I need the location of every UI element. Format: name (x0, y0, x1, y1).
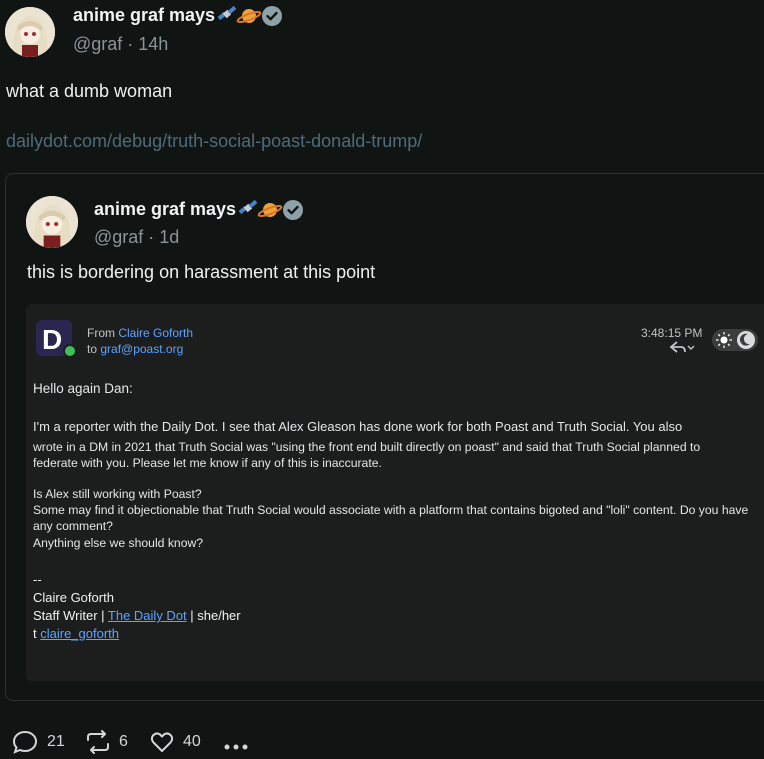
to-label: to (87, 342, 101, 356)
satellite-icon (238, 199, 258, 215)
email-para-line-1: I'm a reporter with the Daily Dot. I see… (33, 419, 683, 434)
svg-text:D: D (42, 324, 62, 355)
recipient-address[interactable]: graf@poast.org (100, 342, 183, 356)
signature-dash: -- (33, 572, 42, 587)
outlet-link[interactable]: The Daily Dot (108, 608, 187, 623)
more-options-icon[interactable] (224, 738, 248, 750)
quoted-text: this is bordering on harassment at this … (27, 262, 376, 282)
comment-icon (12, 730, 38, 754)
signature-twitter: t claire_goforth (33, 626, 119, 641)
email-question-2-line-2: any comment? (33, 519, 113, 533)
quoted-handle-time: @graf · 1d (94, 227, 180, 247)
theme-toggle[interactable] (712, 329, 758, 351)
quoted-emoji-icons (237, 199, 283, 221)
twitter-link[interactable]: claire_goforth (40, 626, 119, 641)
chevron-down-icon (687, 345, 695, 350)
article-link[interactable]: dailydot.com/debug/truth-social-poast-do… (6, 131, 422, 152)
verified-icon (262, 6, 282, 26)
email-to: to graf@poast.org (87, 342, 183, 356)
email-time: 3:48:15 PM (641, 326, 703, 340)
email-from: From Claire Goforth (87, 326, 193, 340)
repost-count: 6 (119, 733, 128, 750)
signature-pronouns: | she/her (186, 608, 241, 623)
reply-action[interactable]: 21 (11, 729, 65, 755)
emoji-icons (216, 5, 262, 27)
repost-action[interactable]: 6 (85, 729, 128, 755)
email-question-3: Anything else we should know? (33, 536, 204, 550)
quoted-verified-icon (283, 200, 303, 220)
quoted-avatar[interactable] (26, 196, 78, 248)
email-para-line-2: wrote in a DM in 2021 that Truth Social … (33, 440, 701, 454)
satellite-icon (217, 5, 237, 21)
email-question-1: Is Alex still working with Poast? (33, 487, 202, 501)
planet-icon (236, 9, 262, 23)
avatar[interactable] (5, 7, 55, 57)
email-para-line-3: federate with you. Please let me know if… (33, 456, 382, 470)
sun-icon (716, 332, 732, 348)
signature-title: Staff Writer | The Daily Dot | she/her (33, 608, 241, 623)
like-count: 40 (183, 733, 201, 750)
repost-icon (87, 730, 109, 754)
reply-icon[interactable] (669, 340, 697, 354)
handle-time: @graf · 14h (73, 34, 169, 54)
planet-icon (257, 203, 283, 217)
like-action[interactable]: 40 (149, 729, 201, 755)
signature-title-label: Staff Writer | (33, 608, 108, 623)
reply-count: 21 (47, 733, 65, 750)
email-question-2-line-1: Some may find it objectionable that Trut… (33, 503, 749, 517)
email-greeting: Hello again Dan: (33, 381, 133, 396)
heart-icon (150, 732, 174, 752)
from-label: From (87, 326, 119, 340)
author-name[interactable]: anime graf mays (73, 5, 215, 26)
signature-name: Claire Goforth (33, 590, 114, 605)
sender-name[interactable]: Claire Goforth (118, 326, 193, 340)
post-text: what a dumb woman (6, 81, 173, 101)
quoted-author-name[interactable]: anime graf mays (94, 199, 236, 220)
mail-app-icon: D (36, 320, 77, 360)
